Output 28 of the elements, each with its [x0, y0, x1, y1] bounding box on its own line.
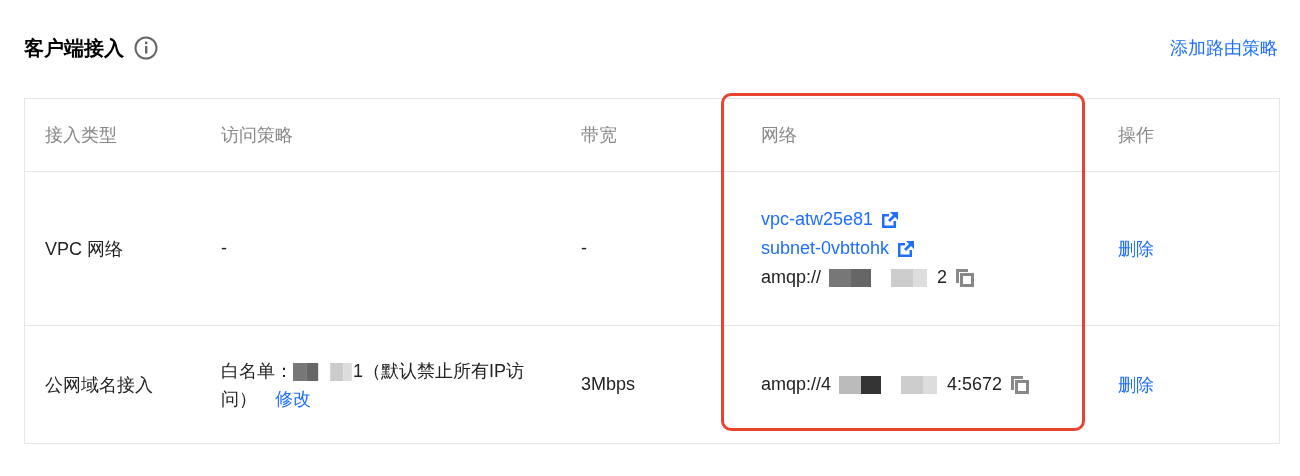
external-link-icon[interactable]	[881, 210, 900, 229]
column-header: 接入类型	[45, 124, 118, 147]
copy-icon[interactable]	[955, 267, 976, 288]
column-header: 访问策略	[221, 124, 294, 147]
address-text: 4:5672	[947, 374, 1003, 395]
address-text: amqp://4	[761, 374, 832, 395]
column-header: 网络	[761, 124, 798, 147]
address-text: 2	[937, 267, 948, 288]
copy-icon[interactable]	[1010, 374, 1031, 395]
delete-link[interactable]: 删除	[1118, 236, 1259, 261]
edit-link[interactable]: 修改	[275, 388, 311, 409]
table-cell-text: 3Mbps	[581, 374, 637, 395]
resource-link[interactable]: vpc-atw25e81	[761, 209, 874, 230]
add-route-policy-link[interactable]: 添加路由策略	[1170, 36, 1278, 60]
redaction-mosaic	[293, 362, 353, 381]
external-link-icon[interactable]	[897, 239, 916, 258]
section-title: 客户端接入	[24, 35, 124, 61]
table-cell-text: VPC 网络	[45, 237, 124, 261]
whitelist-text: 白名单： 1（默认禁止所有IP访问） 修改	[221, 359, 526, 411]
column-header: 操作	[1118, 124, 1155, 147]
table-cell-text: -	[581, 238, 588, 259]
table-cell-text: 公网域名接入	[45, 373, 154, 397]
resource-link[interactable]: subnet-0vbttohk	[761, 238, 890, 259]
table-cell-text: -	[221, 238, 228, 259]
address-text: amqp://	[761, 267, 822, 288]
delete-link[interactable]: 删除	[1118, 372, 1259, 397]
info-icon[interactable]	[134, 36, 158, 60]
column-header: 带宽	[581, 124, 618, 147]
